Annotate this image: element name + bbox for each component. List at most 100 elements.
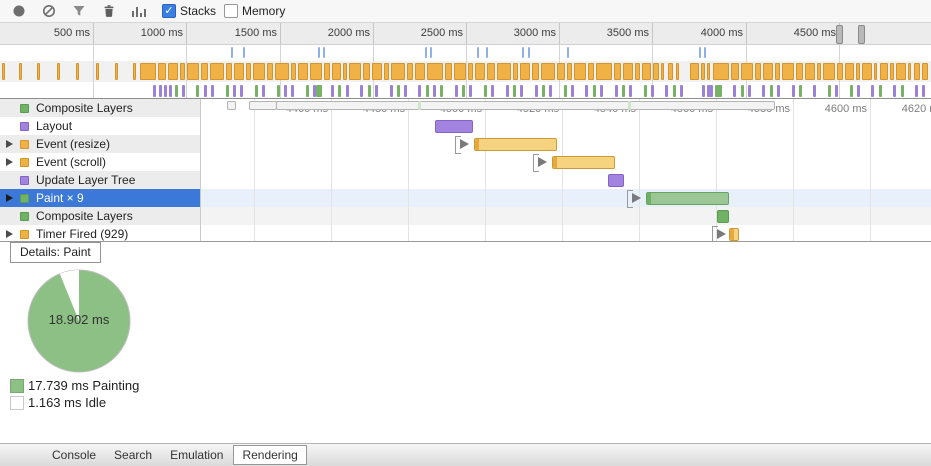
layout-bar[interactable] [435, 120, 473, 133]
composite-layers-bar[interactable] [717, 210, 729, 223]
scripting-activity-bar [497, 63, 511, 80]
paint-bar[interactable] [646, 192, 729, 205]
overview-ruler-label: 4500 ms [794, 27, 839, 39]
collapsed-children-marker[interactable] [712, 226, 730, 241]
scripting-activity-bar [57, 63, 60, 80]
event-self-time-cap [475, 139, 479, 150]
overview-window-handle[interactable] [836, 25, 843, 44]
scripting-activity-bar [246, 63, 251, 80]
scripting-activity-bar [158, 63, 166, 80]
rendering-activity-tick [284, 85, 287, 97]
expand-arrow-icon[interactable] [6, 158, 13, 166]
scripting-activity-bar [343, 63, 347, 80]
overview-strips[interactable] [0, 45, 931, 99]
legend-item: 1.163 ms Idle [10, 394, 139, 411]
sidebar-row-paint-9[interactable]: Paint × 9 [0, 189, 200, 207]
expand-arrow-icon[interactable] [6, 194, 13, 202]
scripting-activity-bar [837, 63, 843, 80]
scripting-activity-bar [557, 63, 565, 80]
scripting-activity-bar [76, 63, 79, 80]
rendering-activity-tick [665, 85, 668, 97]
rendering-activity-tick [262, 85, 265, 97]
collapsed-children-marker[interactable] [533, 154, 551, 170]
stats-button[interactable] [124, 1, 154, 21]
painting-activity-tick [828, 85, 831, 97]
overview-ruler-label: 500 ms [54, 27, 93, 39]
rendering-activity-tick [707, 85, 713, 97]
rendering-activity-tick [159, 85, 162, 97]
trash-button[interactable] [94, 1, 124, 21]
collapsed-children-marker[interactable] [455, 136, 473, 152]
scripting-activity-bar [234, 63, 244, 80]
expand-arrow-icon[interactable] [6, 140, 13, 148]
overview-strip-gridline [93, 45, 94, 98]
overview-ruler-gridline [93, 23, 94, 44]
expand-arrow-icon[interactable] [6, 230, 13, 238]
event-resize-bar[interactable] [474, 138, 557, 151]
scripting-activity-bar [140, 63, 156, 80]
painting-activity-tick [622, 85, 625, 97]
row-highlight-band [201, 189, 931, 207]
scripting-activity-bar [96, 63, 99, 80]
event-scroll-bar[interactable] [552, 156, 615, 169]
sidebar-row-update-layer-tree[interactable]: Update Layer Tree [0, 171, 200, 189]
frame-marker-tick [418, 101, 421, 110]
network-activity-tick [522, 47, 524, 58]
timer-fired-bar[interactable] [729, 228, 739, 241]
scripting-activity-bar [180, 63, 185, 80]
record-icon [12, 4, 26, 18]
green-category-icon [20, 194, 29, 203]
network-activity-tick [323, 47, 325, 58]
scripting-activity-bar [805, 63, 815, 80]
painting-activity-tick [850, 85, 853, 97]
rendering-activity-tick [651, 85, 654, 97]
sidebar-row-label: Composite Layers [36, 101, 133, 115]
overview-window-handle[interactable] [858, 25, 865, 44]
filter-button[interactable] [64, 1, 94, 21]
painting-activity-tick [879, 85, 882, 97]
drawer-tab-search[interactable]: Search [106, 445, 160, 465]
sidebar-row-event-scroll[interactable]: Event (scroll) [0, 153, 200, 171]
drawer-tab-emulation[interactable]: Emulation [162, 445, 231, 465]
scripting-activity-bar [588, 63, 594, 80]
sidebar-row-composite-layers[interactable]: Composite Layers [0, 99, 200, 117]
scripting-activity-bar [890, 63, 894, 80]
painting-activity-tick [462, 85, 465, 97]
overview-ruler-label: 2000 ms [328, 27, 373, 39]
overview-ruler-gridline [466, 23, 467, 44]
scripting-activity-bar [731, 63, 739, 80]
sidebar-row-layout[interactable]: Layout [0, 117, 200, 135]
drawer-tab-console[interactable]: Console [44, 445, 104, 465]
chart-gridline [639, 99, 640, 241]
rendering-activity-tick [404, 85, 407, 97]
purple-category-icon [20, 122, 29, 131]
rendering-activity-tick [491, 85, 494, 97]
update-layer-tree-bar[interactable] [608, 174, 624, 187]
collapsed-children-marker[interactable] [627, 190, 645, 206]
scripting-activity-bar [372, 63, 382, 80]
rendering-activity-tick [233, 85, 236, 97]
overview-ruler-label: 3000 ms [514, 27, 559, 39]
sidebar-row-timer-fired-929[interactable]: Timer Fired (929) [0, 225, 200, 242]
painting-activity-tick [513, 85, 516, 97]
overview-ruler[interactable]: 500 ms1000 ms1500 ms2000 ms2500 ms3000 m… [0, 23, 931, 45]
flame-chart-canvas[interactable]: 4460 ms4480 ms4500 ms4520 ms4540 ms4560 … [201, 99, 931, 241]
scripting-activity-bar [775, 63, 780, 80]
clear-button[interactable] [34, 1, 64, 21]
scripting-activity-bar [642, 63, 651, 80]
clear-icon [42, 4, 56, 18]
memory-checkbox[interactable]: Memory [224, 4, 285, 18]
details-tab[interactable]: Details: Paint [10, 242, 101, 263]
stacks-checkbox[interactable]: ✓ Stacks [162, 4, 216, 18]
sidebar-row-event-resize[interactable]: Event (resize) [0, 135, 200, 153]
painting-activity-tick [564, 85, 567, 97]
drawer-tab-rendering[interactable]: Rendering [233, 445, 306, 465]
scripting-activity-bar [782, 63, 794, 80]
scripting-activity-bar [817, 63, 821, 80]
record-button[interactable] [4, 1, 34, 21]
scripting-activity-bar [253, 63, 265, 80]
scripting-activity-bar [468, 63, 473, 80]
rendering-activity-tick [762, 85, 765, 97]
rendering-activity-tick [291, 85, 294, 97]
sidebar-row-composite-layers[interactable]: Composite Layers [0, 207, 200, 225]
